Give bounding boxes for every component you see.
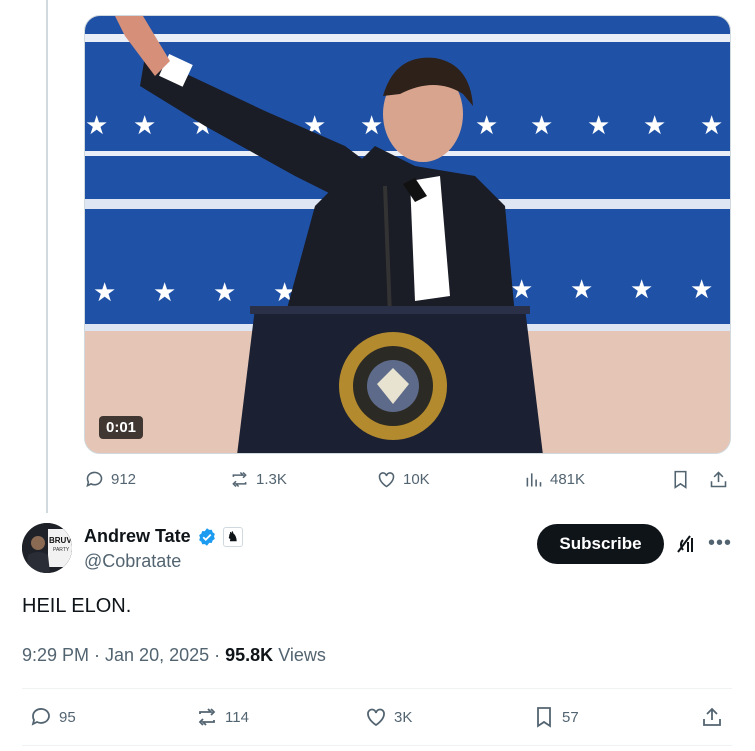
verified-badge-icon bbox=[198, 527, 215, 546]
share-button[interactable] bbox=[700, 705, 724, 729]
thread-connector-line bbox=[46, 0, 48, 513]
subscribe-button[interactable]: Subscribe bbox=[537, 524, 664, 564]
avatar[interactable]: BRUV PARTY bbox=[22, 523, 72, 573]
views-button[interactable]: 481K bbox=[523, 469, 585, 490]
like-count: 3K bbox=[394, 708, 413, 726]
more-options-icon[interactable]: ••• bbox=[708, 532, 732, 556]
divider bbox=[22, 745, 732, 746]
svg-text:★: ★ bbox=[630, 275, 653, 305]
svg-text:★: ★ bbox=[153, 278, 176, 308]
video-timestamp: 0:01 bbox=[99, 416, 144, 439]
bookmark-icon bbox=[537, 707, 551, 728]
tweet-meta: 9:29 PM · Jan 20, 2025 · 95.8K Views bbox=[22, 645, 326, 666]
svg-text:★: ★ bbox=[587, 111, 610, 141]
avatar-logo-text: BRUV bbox=[49, 536, 72, 545]
author-name[interactable]: Andrew Tate bbox=[84, 526, 191, 547]
reply-button[interactable]: 912 bbox=[84, 469, 136, 490]
share-icon bbox=[703, 707, 721, 726]
share-button[interactable] bbox=[708, 469, 729, 490]
divider bbox=[22, 688, 732, 689]
bookmark-button[interactable]: 57 bbox=[532, 705, 579, 729]
repost-button[interactable]: 114 bbox=[195, 705, 249, 729]
repost-icon bbox=[232, 471, 247, 488]
author-handle[interactable]: @Cobratate bbox=[84, 551, 181, 572]
bookmark-count: 57 bbox=[562, 708, 579, 726]
svg-text:★: ★ bbox=[570, 275, 593, 305]
svg-text:★: ★ bbox=[690, 275, 713, 305]
bookmark-icon bbox=[674, 470, 687, 489]
tweet-text: HEIL ELON. bbox=[22, 595, 132, 617]
repost-button[interactable]: 1.3K bbox=[229, 469, 287, 490]
svg-text:★: ★ bbox=[133, 111, 156, 141]
share-icon bbox=[710, 471, 727, 488]
reply-button[interactable]: 95 bbox=[29, 705, 76, 729]
svg-text:★: ★ bbox=[700, 111, 723, 141]
quoted-post-actions: 912 1.3K 10K 481K bbox=[0, 469, 755, 499]
tweet-views-label: Views bbox=[278, 645, 326, 665]
avatar-logo-subtext: PARTY bbox=[53, 547, 70, 553]
bookmark-button[interactable] bbox=[670, 469, 691, 490]
svg-text:★: ★ bbox=[530, 111, 553, 141]
heart-icon bbox=[378, 472, 395, 488]
tweet-views-count: 95.8K bbox=[225, 645, 274, 665]
reply-icon bbox=[31, 708, 50, 726]
repost-icon bbox=[198, 708, 216, 726]
svg-text:★: ★ bbox=[85, 111, 108, 141]
tweet-actions: 95 114 3K 57 bbox=[0, 705, 755, 735]
like-count: 10K bbox=[403, 471, 430, 488]
reply-count: 912 bbox=[111, 471, 137, 488]
video-frame: ★ ★ ★ ★ ★ ★ ★ ★ ★ ★ ★ ★ ★ ★ ★ ★ ★ ★ bbox=[85, 16, 730, 453]
svg-text:★: ★ bbox=[93, 278, 116, 308]
tweet-time[interactable]: 9:29 PM · Jan 20, 2025 · bbox=[22, 645, 225, 665]
svg-text:★: ★ bbox=[475, 111, 498, 141]
author-name-row: Andrew Tate ♞ bbox=[84, 526, 243, 547]
heart-icon bbox=[367, 708, 385, 727]
reply-count: 95 bbox=[59, 708, 76, 726]
analytics-icon bbox=[526, 473, 542, 487]
affiliate-badge-icon[interactable]: ♞ bbox=[222, 526, 243, 547]
like-button[interactable]: 3K bbox=[364, 705, 412, 729]
views-count: 481K bbox=[550, 471, 586, 488]
video-player[interactable]: ★ ★ ★ ★ ★ ★ ★ ★ ★ ★ ★ ★ ★ ★ ★ ★ ★ ★ 0:01 bbox=[84, 15, 731, 454]
repost-count: 1.3K bbox=[256, 471, 287, 488]
like-button[interactable]: 10K bbox=[376, 469, 430, 490]
svg-text:★: ★ bbox=[213, 278, 236, 308]
svg-text:★: ★ bbox=[360, 111, 383, 141]
reply-icon bbox=[86, 471, 103, 488]
repost-count: 114 bbox=[225, 708, 249, 726]
svg-text:★: ★ bbox=[643, 111, 666, 141]
grok-icon[interactable] bbox=[674, 532, 698, 556]
